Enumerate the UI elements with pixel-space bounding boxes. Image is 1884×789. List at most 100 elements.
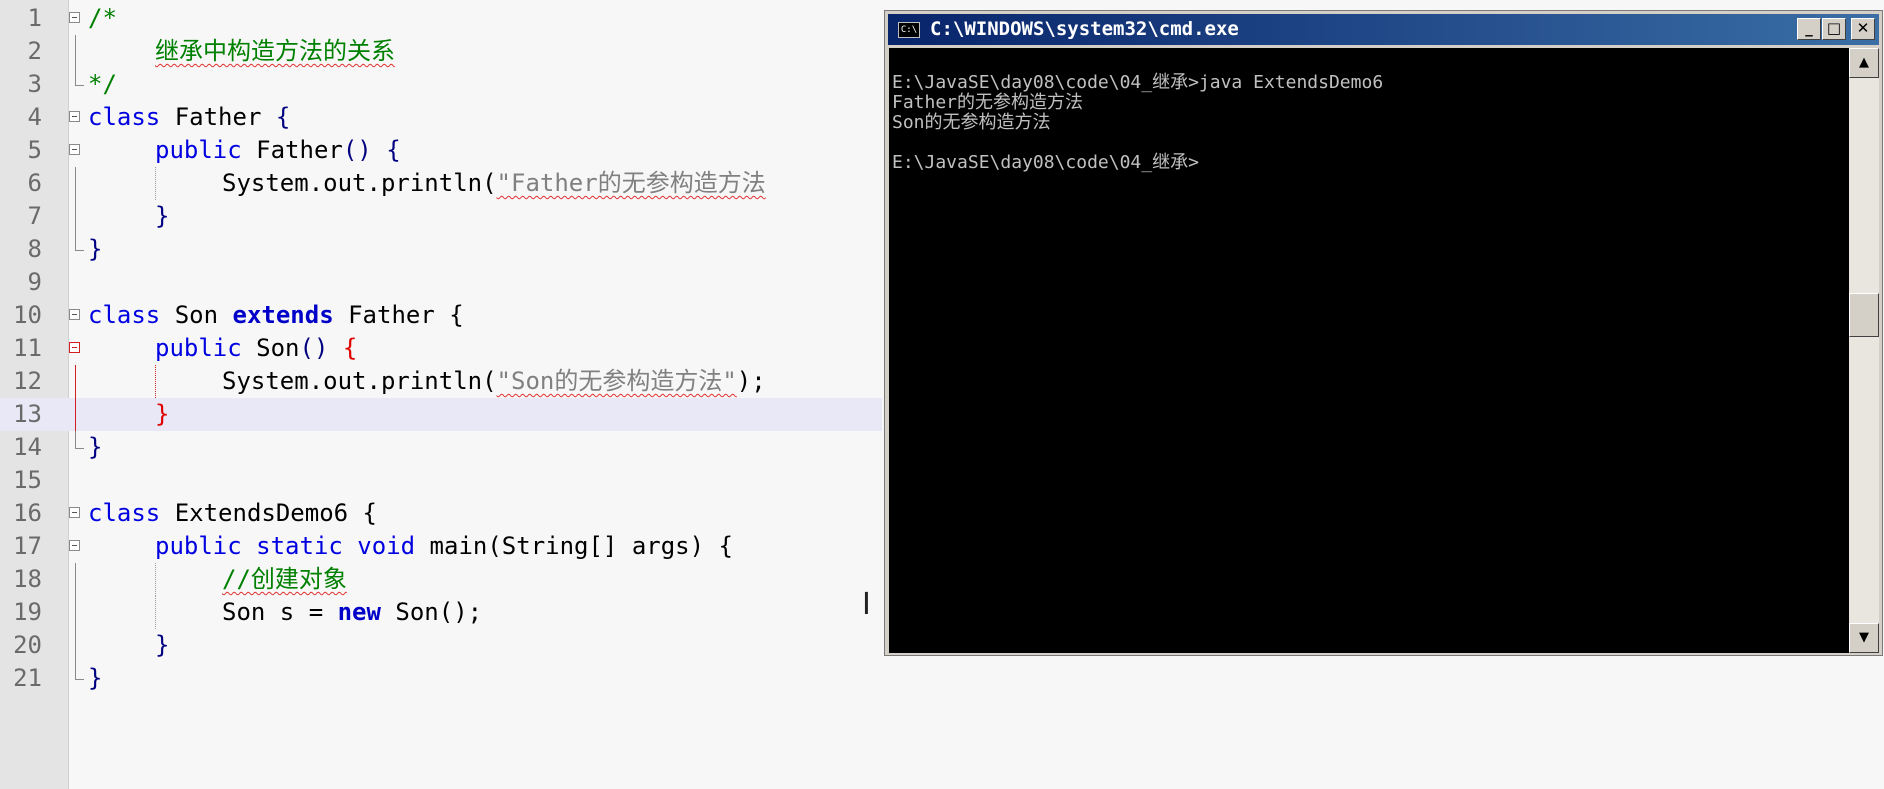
fold-guide	[75, 68, 84, 86]
fold-toggle-icon[interactable]	[69, 12, 80, 23]
console-output[interactable]: E:\JavaSE\day08\code\04_继承>java ExtendsD…	[889, 48, 1849, 653]
code-text: }	[155, 631, 170, 659]
code-text: public Father() {	[155, 136, 401, 164]
line-number: 10	[13, 301, 42, 329]
code-text: /*	[88, 4, 117, 32]
fold-toggle-icon[interactable]	[69, 111, 80, 122]
fold-guide	[75, 167, 76, 200]
fold-guide	[75, 431, 84, 449]
minimize-button[interactable]: _	[1797, 18, 1821, 40]
line-number: 7	[27, 202, 42, 230]
code-line: 14 }	[0, 431, 882, 464]
indent-guide	[155, 365, 156, 398]
code-text: }	[88, 433, 103, 461]
code-line: 3 */	[0, 68, 882, 101]
code-text: class Son extends Father {	[88, 301, 464, 329]
code-area[interactable]: 1 /* 2 继承中构造方法的关系 3 */ 4 class Father { …	[0, 2, 882, 695]
code-text: System.out.println("Father的无参构造方法	[222, 169, 766, 197]
fold-guide	[75, 200, 76, 233]
fold-guide	[75, 662, 84, 680]
cmd-app-icon[interactable]: C:\	[898, 22, 920, 38]
line-number: 9	[27, 268, 42, 296]
code-line: 6 System.out.println("Father的无参构造方法	[0, 167, 882, 200]
line-number: 4	[27, 103, 42, 131]
code-text: }	[155, 202, 170, 230]
line-number: 15	[13, 466, 42, 494]
code-line: 7 }	[0, 200, 882, 233]
code-line: 9	[0, 266, 882, 299]
code-text: System.out.println("Son的无参构造方法");	[222, 367, 766, 395]
line-number: 1	[27, 4, 42, 32]
code-text: */	[88, 70, 117, 98]
line-number: 5	[27, 136, 42, 164]
scroll-down-button[interactable]: ▼	[1849, 623, 1879, 653]
indent-guide	[155, 596, 156, 629]
console-line: Son的无参构造方法	[892, 112, 1051, 133]
fold-guide	[75, 596, 76, 629]
fold-toggle-icon[interactable]	[69, 540, 80, 551]
line-number: 16	[13, 499, 42, 527]
code-line: 4 class Father {	[0, 101, 882, 134]
indent-guide	[155, 563, 156, 596]
code-line: 1 /*	[0, 2, 882, 35]
scrollbar-thumb[interactable]	[1849, 293, 1879, 337]
line-number: 8	[27, 235, 42, 263]
console-prompt: E:\JavaSE\day08\code\04_继承>	[892, 152, 1199, 173]
line-number: 2	[27, 37, 42, 65]
line-number: 21	[13, 664, 42, 692]
line-number: 17	[13, 532, 42, 560]
line-number: 19	[13, 598, 42, 626]
line-number: 20	[13, 631, 42, 659]
code-text: }	[155, 400, 170, 428]
line-number: 12	[13, 367, 42, 395]
line-number: 6	[27, 169, 42, 197]
fold-guide	[75, 35, 76, 68]
comment-text: 继承中构造方法的关系	[155, 37, 395, 65]
window-title: C:\WINDOWS\system32\cmd.exe	[930, 18, 1239, 40]
code-text: class Father {	[88, 103, 291, 131]
code-text: }	[88, 235, 103, 263]
comment-text: //创建对象	[222, 565, 347, 593]
code-line: 16 class ExtendsDemo6 {	[0, 497, 882, 530]
code-text: public static void main(String[] args) {	[155, 532, 733, 560]
line-number: 11	[13, 334, 42, 362]
maximize-button[interactable]: □	[1822, 18, 1846, 40]
code-text: class ExtendsDemo6 {	[88, 499, 377, 527]
fold-guide	[75, 563, 76, 596]
code-line: 5 public Father() {	[0, 134, 882, 167]
line-number: 14	[13, 433, 42, 461]
code-line: 17 public static void main(String[] args…	[0, 530, 882, 563]
code-line: 18 //创建对象	[0, 563, 882, 596]
indent-guide	[155, 167, 156, 200]
vertical-scrollbar[interactable]: ▲ ▼	[1849, 48, 1879, 653]
code-line: 11 public Son() {	[0, 332, 882, 365]
code-line: 15	[0, 464, 882, 497]
code-line: 19 Son s = new Son();	[0, 596, 882, 629]
cmd-titlebar[interactable]: C:\ C:\WINDOWS\system32\cmd.exe _ □ ✕	[888, 14, 1879, 45]
fold-guide	[75, 365, 76, 398]
fold-toggle-icon[interactable]	[69, 144, 80, 155]
line-number: 13	[13, 400, 42, 428]
code-line: 2 继承中构造方法的关系	[0, 35, 882, 68]
line-number: 18	[13, 565, 42, 593]
cmd-window[interactable]: C:\ C:\WINDOWS\system32\cmd.exe _ □ ✕ E:…	[884, 10, 1883, 656]
code-line: 20 }	[0, 629, 882, 662]
close-button[interactable]: ✕	[1851, 18, 1875, 40]
code-line: 8 }	[0, 233, 882, 266]
line-number: 3	[27, 70, 42, 98]
fold-toggle-icon[interactable]	[69, 309, 80, 320]
fold-guide	[75, 398, 76, 431]
scroll-up-button[interactable]: ▲	[1849, 48, 1879, 78]
code-text: }	[88, 664, 103, 692]
fold-toggle-icon[interactable]	[69, 507, 80, 518]
ibeam-cursor-icon: I	[862, 587, 871, 622]
current-line: 13 }	[0, 398, 882, 431]
code-line: 10 class Son extends Father {	[0, 299, 882, 332]
code-text: public Son() {	[155, 334, 358, 362]
fold-guide	[75, 233, 84, 251]
code-line: 21 }	[0, 662, 882, 695]
code-line: 12 System.out.println("Son的无参构造方法");	[0, 365, 882, 398]
code-text: Son s = new Son();	[222, 598, 483, 626]
fold-toggle-icon[interactable]	[69, 342, 80, 353]
fold-guide	[75, 629, 76, 662]
